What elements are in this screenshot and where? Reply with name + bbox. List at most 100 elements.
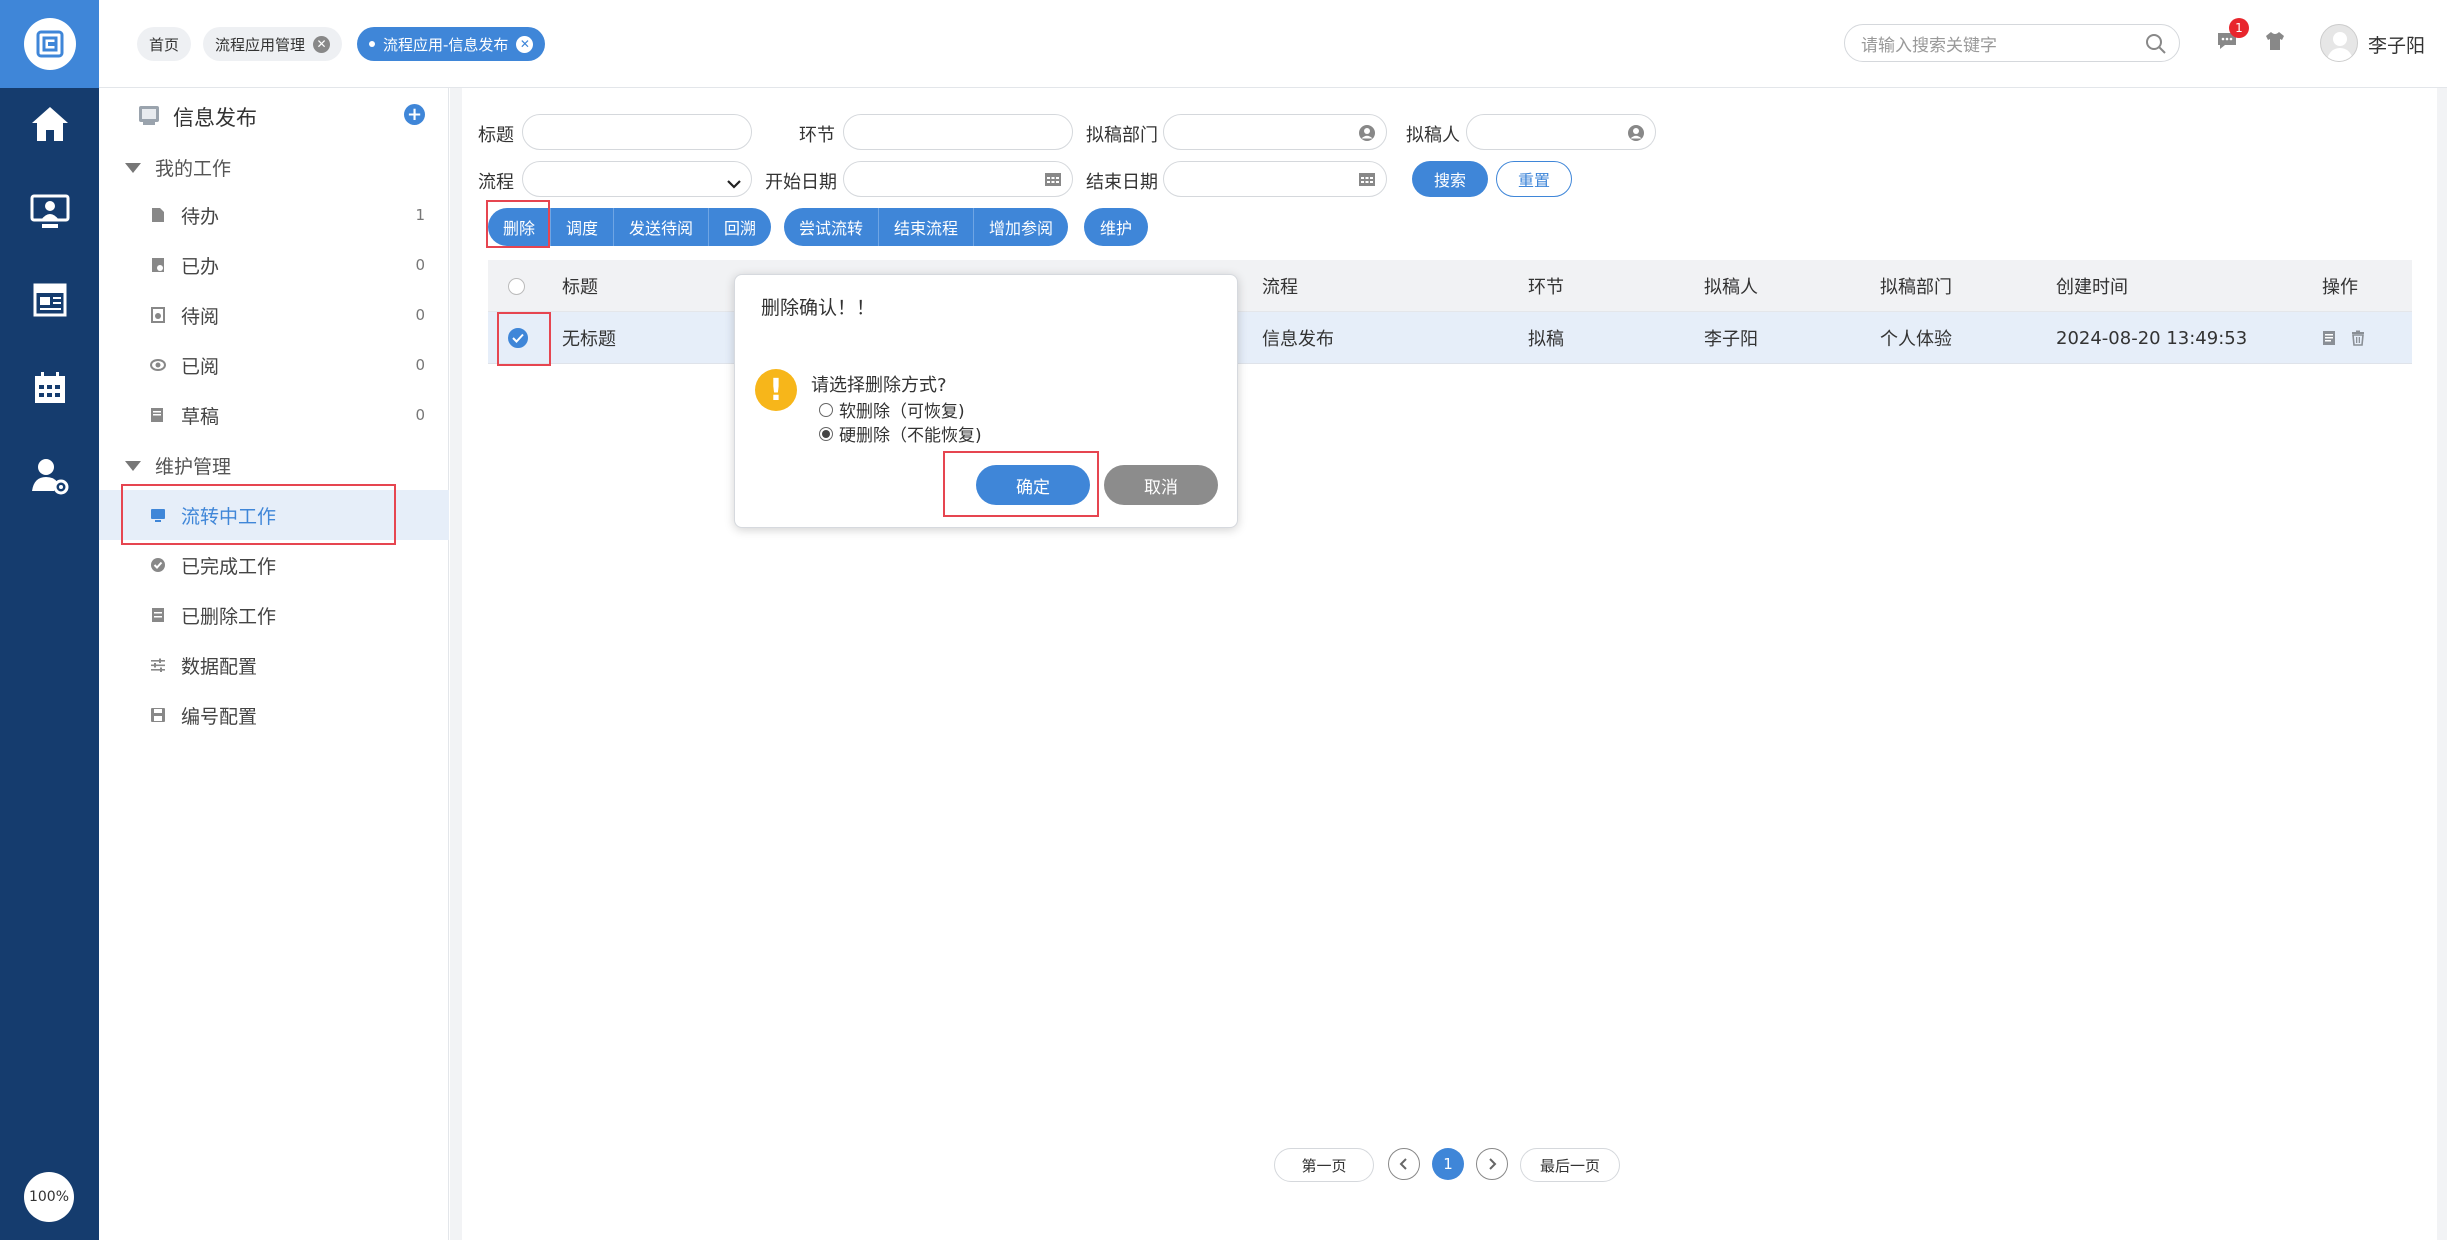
sidebar-item-todo[interactable]: 待办 1 <box>99 190 449 240</box>
end-process-button[interactable]: 结束流程 <box>879 208 975 246</box>
radio-button-selected[interactable] <box>819 426 833 441</box>
col-node[interactable]: 环节 <box>1528 260 1564 312</box>
sidebar-item-number-config[interactable]: 编号配置 <box>99 690 449 740</box>
tab-process-app-mgmt[interactable]: 流程应用管理 ✕ <box>203 27 343 61</box>
highlight-confirm-button <box>943 451 1099 517</box>
calendar-small-icon[interactable] <box>1358 171 1376 192</box>
col-drafter[interactable]: 拟稿人 <box>1704 260 1758 312</box>
tab-info-publish[interactable]: 流程应用-信息发布 ✕ <box>357 27 546 61</box>
dialog-title: 删除确认！！ <box>761 297 876 319</box>
logo[interactable] <box>0 0 99 88</box>
add-reference-button[interactable]: 增加参阅 <box>974 208 1068 246</box>
list-doc-icon <box>149 606 167 624</box>
start-date-input[interactable] <box>843 161 1073 197</box>
sidebar-item-completed-work[interactable]: 已完成工作 <box>99 540 449 590</box>
item-count: 1 <box>415 206 425 224</box>
highlight-row-checkbox <box>497 312 551 366</box>
calendar-icon[interactable] <box>0 358 99 418</box>
filter-node-label: 环节 <box>799 125 835 146</box>
col-process[interactable]: 流程 <box>1262 260 1298 312</box>
sidebar-item-draft[interactable]: 草稿 0 <box>99 390 449 440</box>
caret-down-icon <box>125 162 141 173</box>
calendar-small-icon[interactable] <box>1044 171 1062 192</box>
filter-end-date-label: 结束日期 <box>1086 172 1158 193</box>
col-title[interactable]: 标题 <box>562 260 598 312</box>
stamp-icon <box>149 256 167 274</box>
filter-dept-label: 拟稿部门 <box>1086 125 1158 146</box>
group-my-work[interactable]: 我的工作 <box>125 154 231 181</box>
row-title[interactable]: 无标题 <box>562 312 616 364</box>
maintain-button[interactable]: 维护 <box>1084 208 1148 246</box>
tab-label: 流程应用管理 <box>215 35 306 54</box>
sidebar-item-done[interactable]: 已办 0 <box>99 240 449 290</box>
highlight-delete-button <box>486 200 550 248</box>
caret-down-icon <box>125 460 141 471</box>
edit-icon[interactable] <box>2322 312 2338 364</box>
home-icon[interactable] <box>0 94 99 154</box>
search-button[interactable]: 搜索 <box>1412 161 1488 197</box>
filter-drafter-label: 拟稿人 <box>1406 125 1460 146</box>
user-circle-icon[interactable] <box>1358 124 1376 147</box>
end-date-input[interactable] <box>1163 161 1387 197</box>
sidebar-item-read[interactable]: 已阅 0 <box>99 340 449 390</box>
row-drafter: 李子阳 <box>1704 329 1758 350</box>
read-doc-icon <box>149 306 167 324</box>
search-input[interactable]: 请输入搜索关键字 <box>1844 24 2180 62</box>
active-dot <box>369 41 375 47</box>
item-count: 0 <box>415 356 425 374</box>
avatar[interactable] <box>2320 24 2358 62</box>
sidebar-item-data-config[interactable]: 数据配置 <box>99 640 449 690</box>
monitor-user-icon[interactable] <box>0 182 99 242</box>
select-all-checkbox[interactable] <box>508 260 525 312</box>
close-icon[interactable]: ✕ <box>516 35 534 53</box>
chevron-right-icon[interactable] <box>1476 1148 1508 1180</box>
book-icon <box>137 104 161 131</box>
process-select[interactable] <box>522 161 752 197</box>
row-node: 拟稿 <box>1528 329 1564 350</box>
add-icon[interactable]: + <box>404 104 425 125</box>
chevron-down-icon <box>727 173 741 194</box>
tab-home[interactable]: 首页 <box>137 27 192 61</box>
close-icon[interactable]: ✕ <box>313 35 331 53</box>
drafter-input[interactable] <box>1466 114 1656 150</box>
rollback-button[interactable]: 回溯 <box>709 208 771 246</box>
sidebar-item-deleted-work[interactable]: 已删除工作 <box>99 590 449 640</box>
filter-process-label: 流程 <box>478 172 514 193</box>
last-page-button[interactable]: 最后一页 <box>1520 1148 1620 1182</box>
news-icon[interactable] <box>0 270 99 330</box>
radio-button[interactable] <box>819 402 833 417</box>
zoom-level[interactable]: 100% <box>24 1172 74 1222</box>
icon-rail: 100% <box>0 0 99 1240</box>
group-maintenance[interactable]: 维护管理 <box>125 452 231 479</box>
current-page[interactable]: 1 <box>1432 1148 1464 1180</box>
col-dept[interactable]: 拟稿部门 <box>1880 260 1952 312</box>
dept-input[interactable] <box>1163 114 1387 150</box>
sliders-icon <box>149 656 167 674</box>
col-created[interactable]: 创建时间 <box>2056 260 2128 312</box>
trash-icon[interactable] <box>2350 312 2366 364</box>
node-input[interactable] <box>843 114 1073 150</box>
send-to-read-button[interactable]: 发送待阅 <box>614 208 710 246</box>
col-actions: 操作 <box>2322 277 2358 298</box>
main-area: 标题 环节 拟稿部门 拟稿人 流程 开始日期 结束日期 搜索 重置 删除 调度 … <box>450 88 2447 1240</box>
username[interactable]: 李子阳 <box>2368 31 2425 58</box>
edit-doc-icon <box>149 406 167 424</box>
title-input[interactable] <box>522 114 752 150</box>
skin-icon[interactable] <box>2264 30 2286 57</box>
dispatch-button[interactable]: 调度 <box>551 208 615 246</box>
logo-icon <box>23 18 76 70</box>
cancel-button[interactable]: 取消 <box>1104 465 1218 505</box>
sidebar-item-to-read[interactable]: 待阅 0 <box>99 290 449 340</box>
soft-delete-option[interactable]: 软删除（可恢复) <box>819 397 965 422</box>
tab-label: 首页 <box>149 35 180 54</box>
hard-delete-option[interactable]: 硬删除（不能恢复) <box>819 421 982 446</box>
try-flow-button[interactable]: 尝试流转 <box>784 208 880 246</box>
message-badge: 1 <box>2229 18 2249 38</box>
first-page-button[interactable]: 第一页 <box>1274 1148 1374 1182</box>
search-icon[interactable] <box>2145 33 2167 60</box>
user-circle-icon[interactable] <box>1627 124 1645 147</box>
reset-button[interactable]: 重置 <box>1496 161 1572 197</box>
sidebar-title: 信息发布 <box>137 102 257 132</box>
chevron-left-icon[interactable] <box>1388 1148 1420 1180</box>
user-settings-icon[interactable] <box>0 446 99 506</box>
